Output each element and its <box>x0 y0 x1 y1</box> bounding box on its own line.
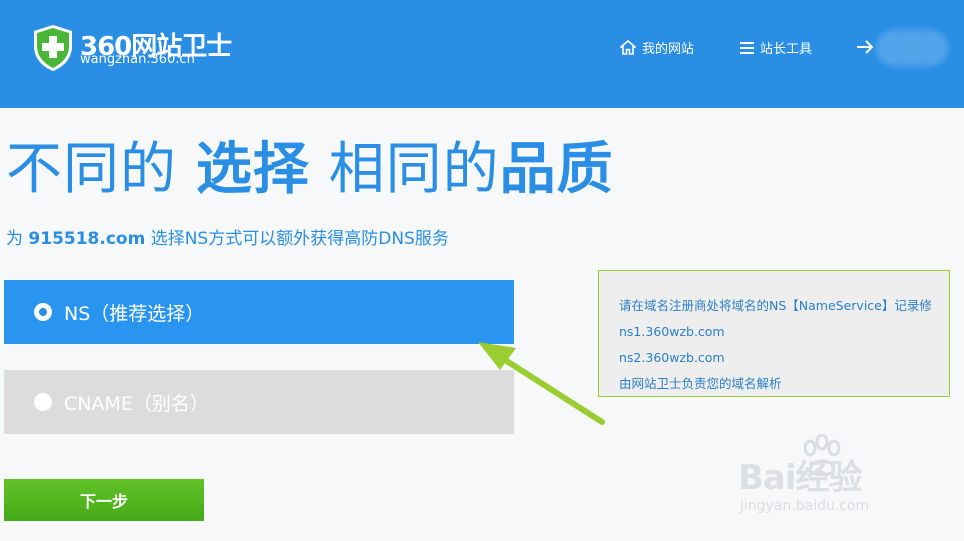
option-cname[interactable]: CNAME（别名） <box>4 370 514 434</box>
info-ns2: ns2.360wzb.com <box>619 350 725 365</box>
home-icon <box>620 40 636 55</box>
option-ns-label: NS（推荐选择） <box>64 302 205 325</box>
annotation-arrow <box>478 342 605 425</box>
nav-login-button[interactable] <box>856 40 874 54</box>
subtitle-domain: 915518.com <box>28 229 146 249</box>
info-note: 由网站卫士负责您的域名解析 <box>619 376 782 391</box>
headline-part1: 不同的 <box>6 137 196 202</box>
nav-webmaster-tools[interactable]: 站长工具 <box>740 38 812 57</box>
page-headline: 不同的 选择 相同的品质 <box>6 124 614 205</box>
option-cname-label: CNAME（别名） <box>64 392 209 415</box>
logo-domain: wangzhan.360.cn <box>80 52 195 67</box>
arrow-right-icon <box>856 40 874 54</box>
page-subtitle: 为 915518.com 选择NS方式可以额外获得高防DNS服务 <box>6 224 449 249</box>
next-step-button[interactable]: 下一步 <box>4 479 204 521</box>
watermark-domain: jingyan.baidu.com <box>740 498 870 514</box>
headline-part2: 选择 <box>195 137 310 202</box>
info-instruction: 请在域名注册商处将域名的NS【NameService】记录修 <box>619 298 932 313</box>
headline-part4: 品质 <box>499 137 614 202</box>
option-ns[interactable]: NS（推荐选择） <box>4 280 514 344</box>
nav-webmaster-tools-label: 站长工具 <box>760 42 813 57</box>
radio-cname[interactable] <box>34 393 52 411</box>
headline-part3: 相同的 <box>309 137 500 202</box>
menu-icon <box>740 41 754 54</box>
subtitle-suffix: 选择NS方式可以额外获得高防DNS服务 <box>145 229 449 249</box>
info-ns1: ns1.360wzb.com <box>619 324 725 339</box>
watermark-brand: Bai经验 <box>738 458 863 498</box>
nav-my-sites-label: 我的网站 <box>642 42 695 57</box>
radio-ns[interactable] <box>34 303 52 321</box>
shield-plus-icon <box>34 25 72 71</box>
subtitle-prefix: 为 <box>6 229 29 249</box>
ns-info-box: 请在域名注册商处将域名的NS【NameService】记录修 ns1.360wz… <box>598 270 950 397</box>
blurred-username <box>876 30 948 66</box>
nav-my-sites[interactable]: 我的网站 <box>620 38 694 57</box>
top-header: 360网站卫士 wangzhan.360.cn 我的网站 站长工具 <box>0 0 964 108</box>
